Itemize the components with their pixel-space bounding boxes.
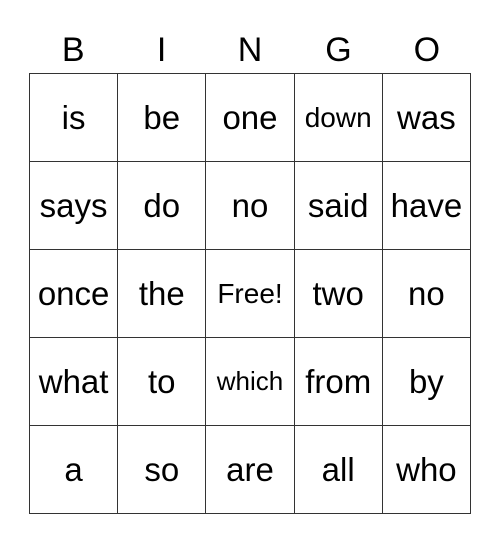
free-space-cell: Free! [206, 250, 295, 338]
bingo-cell: to [118, 338, 207, 426]
bingo-cell: all [294, 426, 383, 514]
bingo-cell: what [30, 338, 119, 426]
bingo-cell: two [294, 250, 383, 338]
bingo-cell: one [206, 74, 295, 162]
bingo-cell: be [118, 74, 207, 162]
bingo-cell: once [30, 250, 119, 338]
header-letter-g: G [325, 31, 352, 69]
bingo-cell: was [382, 74, 471, 162]
bingo-cell: no [206, 162, 295, 250]
bingo-cell: said [294, 162, 383, 250]
bingo-grid: is be one down was says do no said have once the Fre… [29, 73, 471, 514]
bingo-cell: so [118, 426, 207, 514]
bingo-cell: which [206, 338, 295, 426]
bingo-cell: by [382, 338, 471, 426]
bingo-cell: no [382, 250, 471, 338]
bingo-cell: down [294, 74, 383, 162]
bingo-cell: the [118, 250, 207, 338]
header-letter-n: N [237, 31, 263, 69]
header-letter-i: I [156, 31, 167, 69]
header-letter-o: O [413, 31, 441, 69]
bingo-cell: says [30, 162, 119, 250]
bingo-cell: from [294, 338, 383, 426]
bingo-cell: have [382, 162, 471, 250]
bingo-header: B I N G O [29, 30, 471, 70]
bingo-cell: who [382, 426, 471, 514]
bingo-cell: are [206, 426, 295, 514]
bingo-cell: is [30, 74, 119, 162]
bingo-cell: do [118, 162, 207, 250]
bingo-cell: a [30, 426, 119, 514]
header-letter-b: B [61, 31, 85, 69]
